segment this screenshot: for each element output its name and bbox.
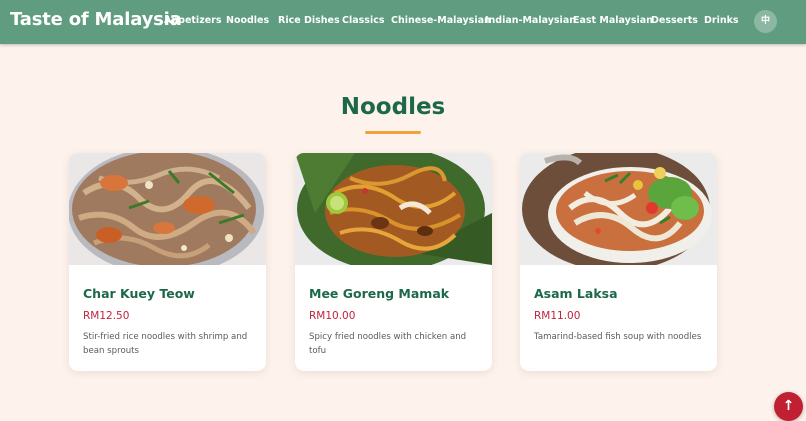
nav-link-desserts[interactable]: Desserts: [651, 15, 698, 26]
nav-link-noodles[interactable]: Noodles: [226, 15, 269, 26]
brand-logo[interactable]: Taste of Malaysia: [10, 9, 182, 30]
dish-description: Spicy fried noodles with chicken and tof…: [309, 332, 467, 356]
nav-link-indian-malaysian[interactable]: Indian-Malaysian: [485, 15, 576, 26]
nav-link-drinks[interactable]: Drinks: [704, 15, 739, 26]
dish-name: Char Kuey Teow: [83, 286, 195, 301]
nav-link-rice-dishes[interactable]: Rice Dishes: [278, 15, 340, 26]
dish-description: Stir-fried rice noodles with shrimp and …: [83, 332, 248, 356]
nav-link-appetizers[interactable]: Appetizers: [164, 15, 222, 26]
scroll-to-top-button[interactable]: ↑: [774, 392, 803, 421]
dish-card-asam-laksa[interactable]: Asam Laksa RM11.00 Tamarind-based fish s…: [520, 153, 717, 371]
arrow-up-icon: ↑: [782, 398, 795, 414]
dish-image-char-kuey-teow: [69, 153, 266, 265]
title-underline: [365, 131, 421, 134]
dish-image-asam-laksa: [520, 153, 717, 265]
dish-price: RM12.50: [83, 310, 130, 322]
nav-link-east-malaysian[interactable]: East Malaysian: [573, 15, 653, 26]
dish-price: RM10.00: [309, 310, 356, 322]
navbar: Taste of Malaysia Appetizers Noodles Ric…: [0, 0, 806, 44]
dish-name: Asam Laksa: [534, 286, 618, 301]
dish-name: Mee Goreng Mamak: [309, 286, 450, 301]
dish-description: Tamarind-based fish soup with noodles: [534, 332, 702, 342]
dish-image-mee-goreng-mamak: [295, 153, 492, 265]
language-toggle-button[interactable]: 中: [754, 10, 777, 33]
dish-card-char-kuey-teow[interactable]: Char Kuey Teow RM12.50 Stir-fried rice n…: [69, 153, 266, 371]
nav-link-chinese-malaysian[interactable]: Chinese-Malaysian: [391, 15, 491, 26]
section-title: Noodles: [340, 94, 446, 120]
dish-card-mee-goreng-mamak[interactable]: Mee Goreng Mamak RM10.00 Spicy fried noo…: [295, 153, 492, 371]
dish-price: RM11.00: [534, 310, 581, 322]
nav-link-classics[interactable]: Classics: [342, 15, 385, 26]
